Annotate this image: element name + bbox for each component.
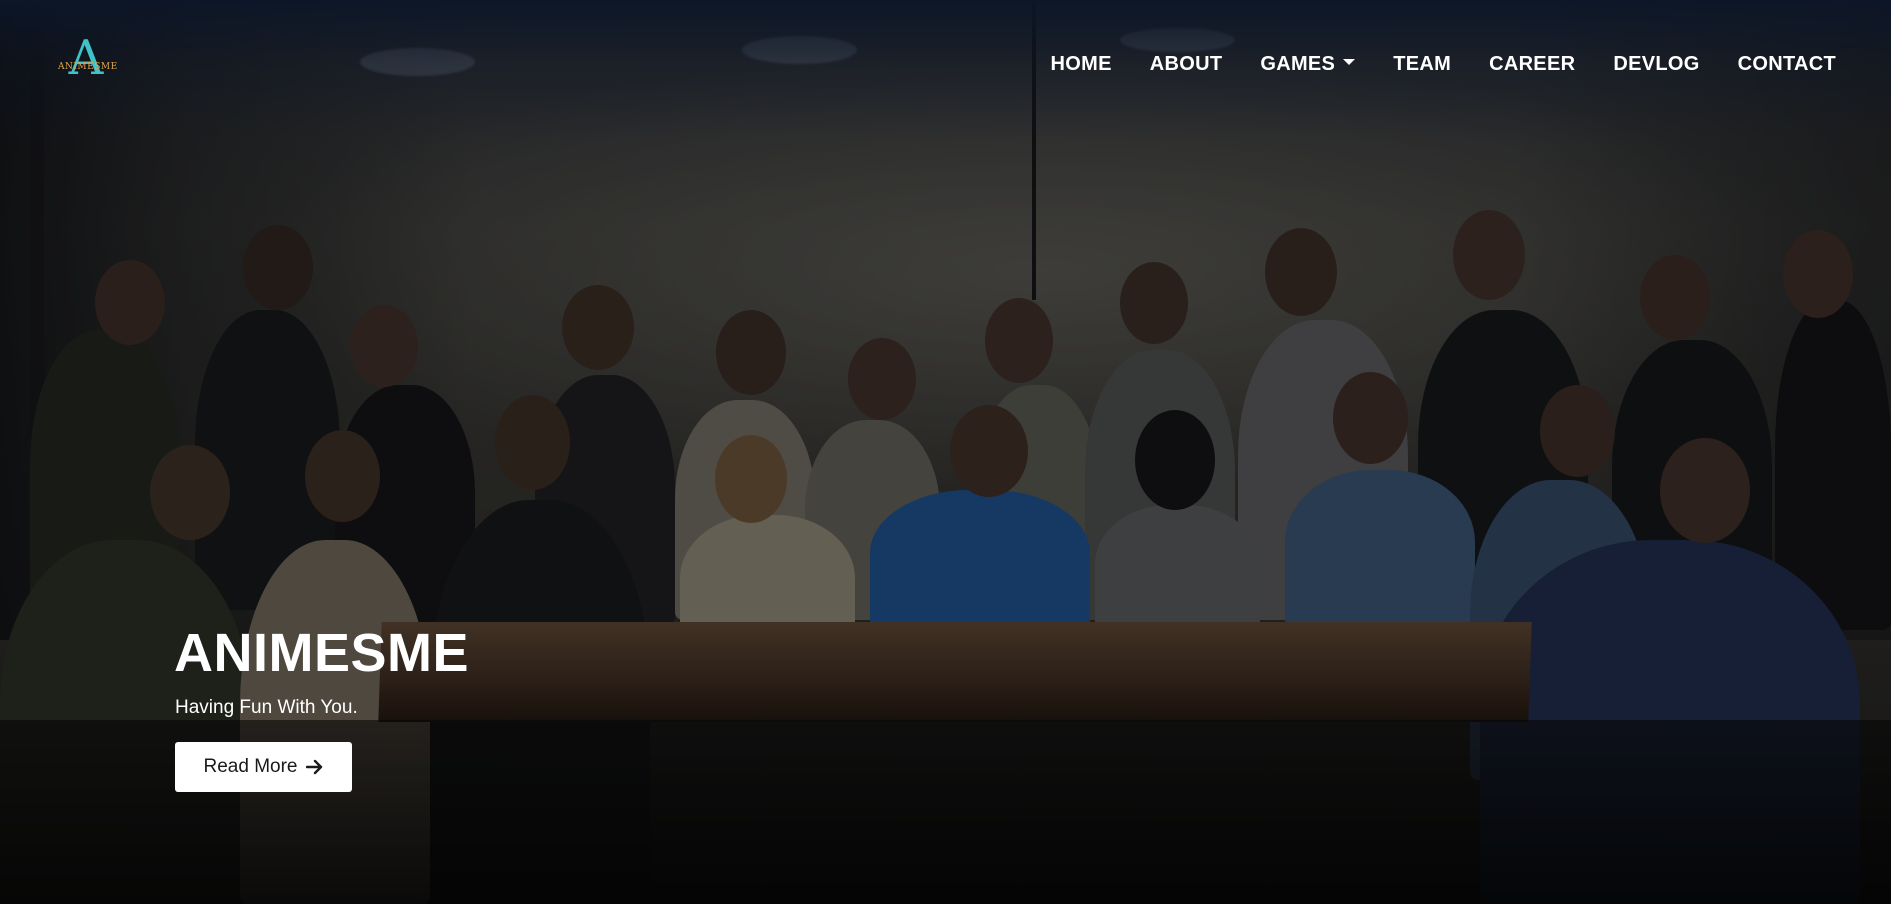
hero-title: ANIMESME <box>174 623 470 683</box>
navbar: A ANIMESME HOME ABOUT GAMES TEAM CAREER … <box>0 0 1891 130</box>
logo[interactable]: A ANIMESME <box>58 30 118 88</box>
arrow-right-icon <box>305 759 322 775</box>
hero-subtitle: Having Fun With You. <box>175 697 358 718</box>
logo-text: ANIMESME <box>58 62 118 72</box>
nav-games-dropdown[interactable]: GAMES <box>1241 50 1374 78</box>
caret-down-icon <box>1343 58 1356 65</box>
nav-home[interactable]: HOME <box>1032 50 1131 78</box>
read-more-label: Read More <box>203 756 298 777</box>
nav-games-label: GAMES <box>1260 53 1336 75</box>
nav-devlog[interactable]: DEVLOG <box>1594 50 1718 78</box>
nav-team[interactable]: TEAM <box>1374 50 1470 78</box>
nav-career[interactable]: CAREER <box>1470 50 1594 78</box>
nav-about[interactable]: ABOUT <box>1131 50 1242 78</box>
read-more-button[interactable]: Read More <box>175 742 352 792</box>
logo-letter: A <box>68 30 104 86</box>
nav-contact[interactable]: CONTACT <box>1719 50 1855 78</box>
main-nav: HOME ABOUT GAMES TEAM CAREER DEVLOG CONT… <box>1032 50 1855 78</box>
